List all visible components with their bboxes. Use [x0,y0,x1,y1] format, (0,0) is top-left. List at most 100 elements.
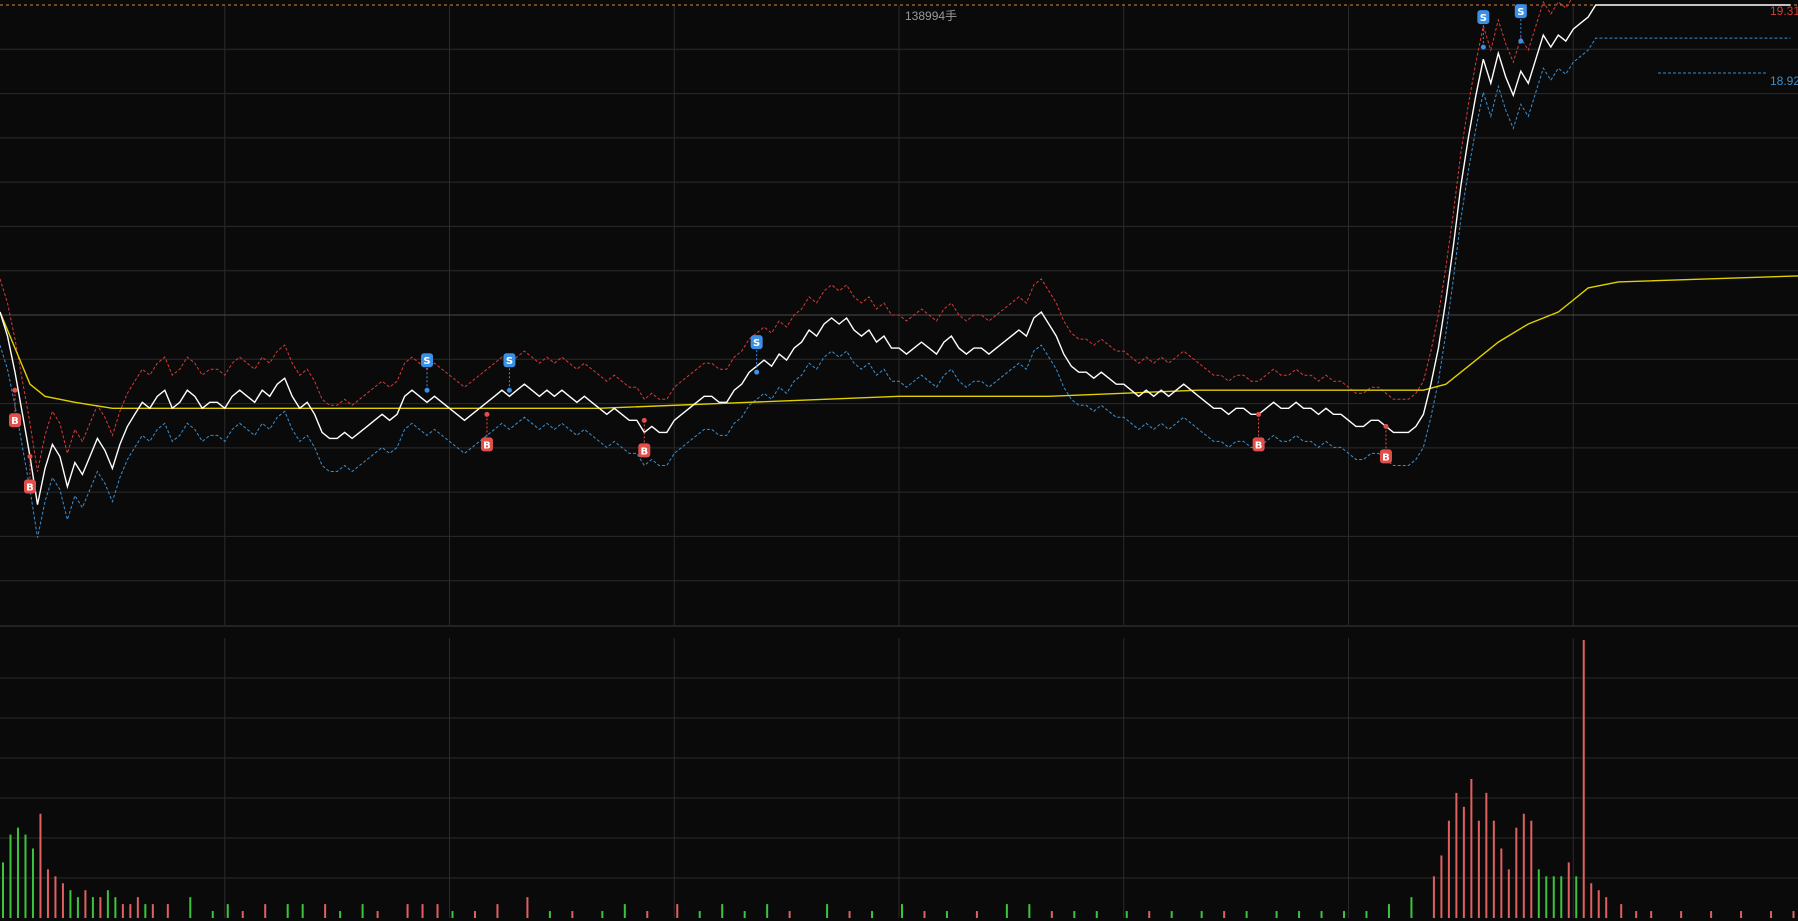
volume-bar [1365,911,1368,918]
signal-letter: S [1480,13,1487,24]
volume-bar [211,911,214,918]
signal-letter: B [1382,452,1390,463]
volume-bar [548,911,551,918]
volume-bar [24,834,27,918]
signal-dot [27,453,33,459]
volume-bar [923,911,926,918]
volume-bar [1455,792,1458,918]
volume-bar [106,890,109,918]
volume-bar [1275,911,1278,918]
volume-bar [361,904,364,918]
volume-bar [1125,911,1128,918]
signal-letter: B [1255,440,1263,451]
signal-dot [1480,44,1486,50]
volume-bar [975,911,978,918]
volume-bar [1792,911,1795,918]
right-price-label-top: 19.31 [1770,4,1798,18]
signal-dot [641,417,647,423]
volume-bar [1005,904,1008,918]
volume-bar [406,904,409,918]
volume-bar [1050,911,1053,918]
volume-bar [1410,897,1413,918]
volume-bar [1522,813,1525,918]
volume-bar [1575,876,1578,918]
volume-bar [436,904,439,918]
volume-bar [1740,911,1743,918]
signal-letter: S [753,338,760,349]
signal-letter: B [26,482,34,493]
volume-bar [848,911,851,918]
volume-bar [945,911,948,918]
volume-bar [1320,911,1323,918]
volume-bar [1680,911,1683,918]
volume-bar [129,904,132,918]
signal-letter: B [11,416,19,427]
signal-dot [484,411,490,417]
volume-bar [1432,876,1435,918]
volume-bar [241,911,244,918]
volume-bar [1770,911,1773,918]
signal-dot [1256,411,1262,417]
signal-letter: S [506,356,513,367]
volume-bar [451,911,454,918]
volume-bar [301,904,304,918]
volume-bar [1440,855,1443,918]
volume-bar [1620,904,1623,918]
volume-bar [571,911,574,918]
volume-bar [1200,911,1203,918]
volume-bar [1485,792,1488,918]
volume-bar [264,904,267,918]
volume-bar [189,897,192,918]
signal-dot [12,387,18,393]
volume-bar [496,904,499,918]
volume-bar [766,904,769,918]
volume-bar [99,897,102,918]
volume-bar [1545,876,1548,918]
volume-bar [31,848,34,918]
signal-dot [754,369,760,375]
volume-bar [1537,869,1540,918]
volume-bar [46,869,49,918]
volume-bar [1710,911,1713,918]
volume-bar [1597,890,1600,918]
volume-bar [676,904,679,918]
volume-bar [91,897,94,918]
volume-bar [166,904,169,918]
signal-letter: S [423,356,430,367]
signal-dot [1383,423,1389,429]
volume-peak-label: 138994手 [905,9,957,23]
volume-bar [1073,911,1076,918]
volume-bar [286,904,289,918]
volume-bar [1552,876,1555,918]
volume-bar [1298,911,1301,918]
volume-bar [1477,820,1480,918]
volume-bar [743,911,746,918]
volume-bar [16,827,19,918]
volume-bar [1515,827,1518,918]
volume-bar [1567,862,1570,918]
volume-bar [1470,779,1473,918]
intraday-chart[interactable]: B B S B S B S B B S S 138994手 19.31 18.92 [0,0,1798,921]
right-price-label-line2: 18.92 [1770,74,1798,88]
volume-bar [54,876,57,918]
volume-bar [421,904,424,918]
volume-bar [1245,911,1248,918]
volume-bar [1447,820,1450,918]
volume-bar [1387,904,1390,918]
signal-letter: S [1517,7,1524,18]
signal-dot [1518,38,1524,44]
volume-bar [1148,911,1151,918]
volume-bar [39,813,42,918]
volume-bar [324,904,327,918]
volume-bar [901,904,903,918]
volume-bar [826,904,829,918]
signal-dot [424,387,430,393]
volume-bar [698,911,701,918]
volume-bar [9,834,12,918]
volume-bar [376,911,379,918]
volume-bar [646,911,649,918]
signal-letter: B [483,440,491,451]
volume-bar [1500,848,1503,918]
volume-bar [526,897,529,918]
volume-bar [1590,883,1593,918]
